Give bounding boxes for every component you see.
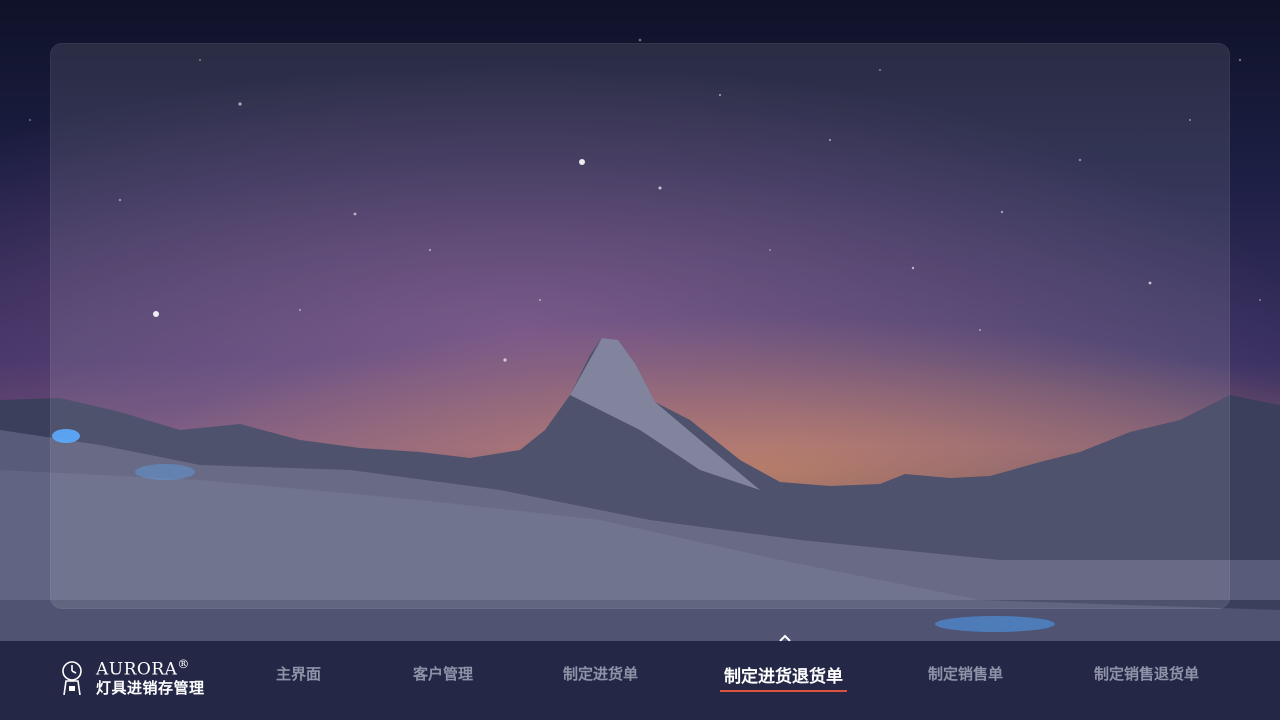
nav-item-home[interactable]: 主界面 <box>276 663 321 693</box>
nav-item-create-sales-return-order[interactable]: 制定销售退货单 <box>1094 663 1199 693</box>
brand-subtitle: 灯具进销存管理 <box>96 679 205 698</box>
brand-name: AURORA® <box>96 656 190 680</box>
clock-lamp-icon <box>62 661 82 695</box>
brand-text: AURORA® 灯具进销存管理 <box>96 658 205 697</box>
registered-mark: ® <box>177 656 190 671</box>
content-panel <box>50 43 1230 609</box>
app-root: AURORA® 灯具进销存管理 主界面 客户管理 制定进货单 制定进货退货单 制… <box>0 0 1280 720</box>
nav-item-customer-management[interactable]: 客户管理 <box>413 663 473 693</box>
brand[interactable]: AURORA® 灯具进销存管理 <box>60 655 205 699</box>
bottom-navigation-bar: AURORA® 灯具进销存管理 主界面 客户管理 制定进货单 制定进货退货单 制… <box>0 641 1280 720</box>
nav-item-create-purchase-order[interactable]: 制定进货单 <box>563 663 638 693</box>
nav-item-create-purchase-return-order[interactable]: 制定进货退货单 <box>720 662 847 692</box>
nav-item-create-sales-order[interactable]: 制定销售单 <box>928 663 1003 693</box>
